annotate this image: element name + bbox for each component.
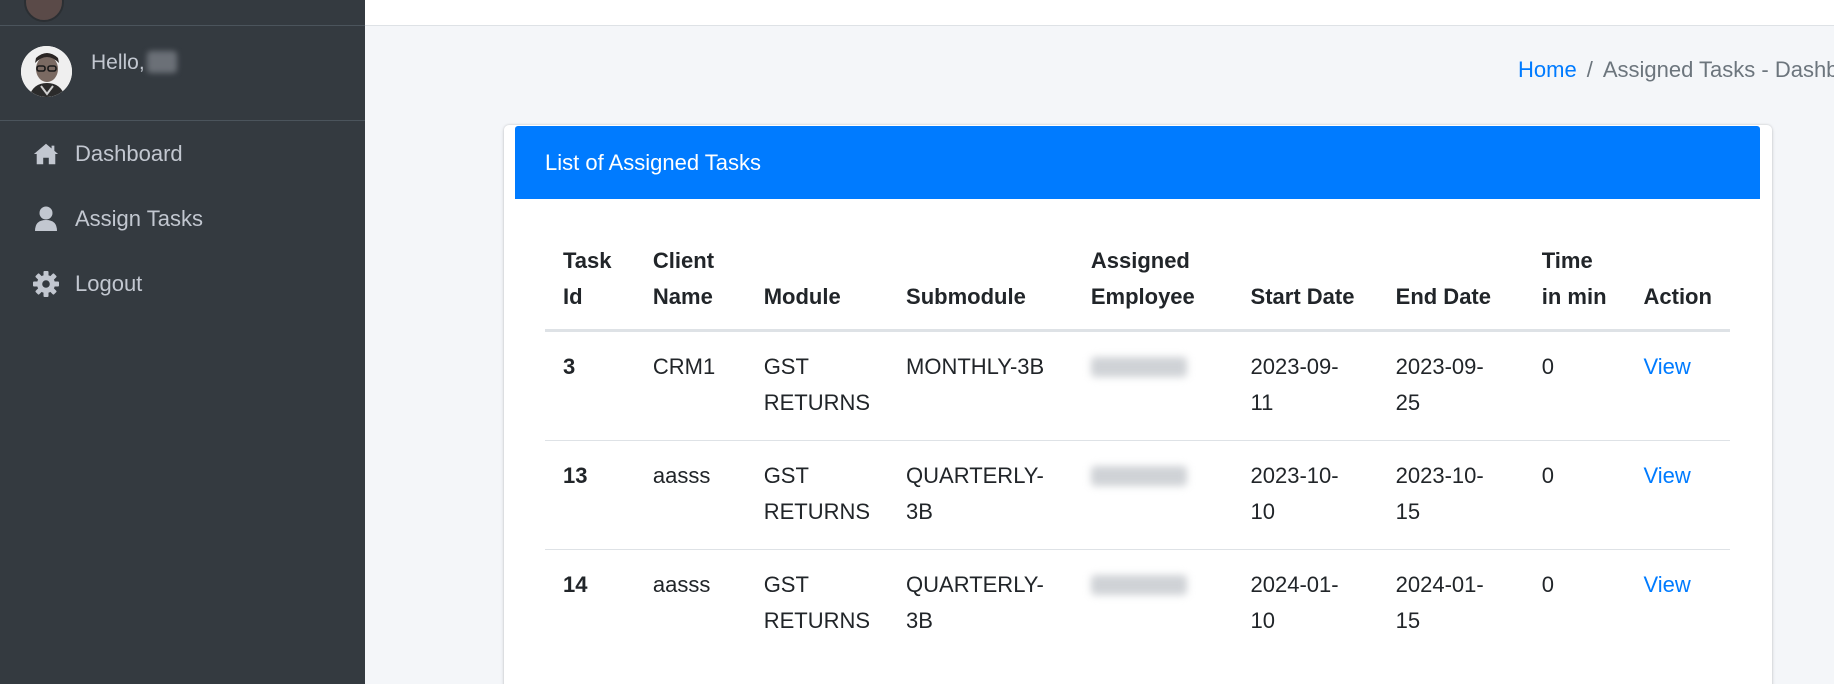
brand-text [78, 0, 238, 6]
column-header-client-name[interactable]: Client Name [634, 243, 746, 332]
column-header-end-date[interactable]: End Date [1377, 243, 1524, 332]
cell-end-date: 2023-09-25 [1395, 354, 1484, 415]
avatar-image [21, 46, 72, 97]
cell-action: View [1626, 331, 1731, 441]
sidebar-item-label: Assign Tasks [75, 205, 203, 231]
user-name-redacted [146, 51, 177, 73]
brand-link[interactable] [0, 0, 365, 26]
assigned-tasks-table: Task Id Client Name Module Submodule Assig… [545, 243, 1730, 658]
cell-client-name: CRM1 [652, 354, 716, 379]
sidebar-item-assign-tasks[interactable]: Assign Tasks [0, 186, 365, 251]
column-header-submodule[interactable]: Submodule [888, 243, 1073, 332]
column-header-action[interactable]: Action [1625, 243, 1730, 332]
cell-client-name: aasss [634, 440, 746, 550]
cell-time: 0 [1541, 354, 1554, 379]
cell-start-date: 2024-01-10 [1232, 549, 1378, 658]
user-panel: Hello, [0, 26, 365, 121]
cell-module: GST RETURNS [745, 549, 889, 658]
cell-time: 0 [1523, 440, 1626, 550]
greeting-text: Hello, [91, 51, 145, 74]
view-link[interactable]: View [1644, 463, 1691, 488]
table-row: 13 aasss GST RETURNS QUARTERLY-3B 2023-10… [545, 440, 1730, 550]
cell-submodule: QUARTERLY-3B [888, 549, 1073, 658]
cell-time: 0 [1523, 549, 1626, 658]
view-link[interactable]: View [1644, 354, 1691, 379]
column-header-module[interactable]: Module [745, 243, 889, 332]
cell-client-name: aasss [634, 549, 746, 658]
user-icon [33, 206, 59, 232]
cell-assigned-employee [1072, 440, 1233, 550]
cell-end-date: 2023-10-15 [1377, 440, 1524, 550]
sidebar-item-label: Dashboard [75, 140, 183, 166]
cell-action: View [1625, 549, 1730, 658]
user-greeting[interactable]: Hello, [91, 51, 177, 75]
cell-task-id: 14 [545, 549, 635, 658]
card-title: List of Assigned Tasks [545, 150, 762, 175]
table-row: 14 aasss GST RETURNS QUARTERLY-3B 2024-01… [545, 549, 1730, 658]
assigned-tasks-card: List of Assigned Tasks Task Id Client Name… [504, 125, 1772, 684]
column-header-time[interactable]: Time in min [1523, 243, 1626, 332]
brand-logo [24, 0, 64, 22]
breadcrumb-separator: / [1586, 57, 1593, 82]
sidebar-item-dashboard[interactable]: Dashboard [0, 121, 365, 186]
employee-name-redacted [1090, 466, 1187, 486]
table-header-row: Task Id Client Name Module Submodule Assig… [545, 243, 1730, 332]
home-icon [33, 141, 59, 167]
avatar[interactable] [21, 46, 72, 97]
column-header-start-date[interactable]: Start Date [1232, 243, 1378, 332]
cell-assigned-employee [1072, 549, 1233, 658]
cell-start-date: 2023-09-11 [1250, 354, 1339, 415]
cell-start-date: 2023-10-10 [1232, 440, 1378, 550]
sidebar-item-logout[interactable]: Logout [0, 251, 365, 316]
cell-assigned-employee [1073, 331, 1233, 441]
breadcrumb-home-link[interactable]: Home [1518, 57, 1577, 82]
gear-icon [33, 270, 59, 297]
cell-submodule: MONTHLY-3B [906, 354, 1045, 379]
breadcrumb-current: Assigned Tasks - Dashboard [1602, 57, 1834, 82]
top-navbar [365, 0, 1834, 26]
table-row: 3 CRM1 GST RETURNS MONTHLY-3B 2023-09-11 … [545, 331, 1730, 441]
employee-name-redacted [1090, 575, 1187, 595]
sidebar-nav: Dashboard Assign Tasks Logout [0, 121, 365, 316]
cell-module: GST RETURNS [763, 354, 871, 415]
cell-task-id: 13 [545, 440, 635, 550]
column-header-task-id[interactable]: Task Id [545, 243, 635, 332]
view-link[interactable]: View [1644, 572, 1691, 597]
card-header: List of Assigned Tasks [515, 126, 1760, 199]
cell-action: View [1625, 440, 1730, 550]
cell-end-date: 2024-01-15 [1377, 549, 1524, 658]
sidebar-item-label: Logout [75, 270, 143, 296]
breadcrumb: Home / Assigned Tasks - Dashboard [1518, 57, 1834, 83]
column-header-assigned-employee[interactable]: Assigned Employee [1072, 243, 1233, 332]
cell-task-id: 3 [563, 354, 576, 379]
employee-name-redacted [1090, 357, 1187, 377]
sidebar: Hello, Dashboard Assign Tasks Logout [0, 0, 365, 684]
cell-module: GST RETURNS [745, 440, 889, 550]
cell-submodule: QUARTERLY-3B [888, 440, 1073, 550]
